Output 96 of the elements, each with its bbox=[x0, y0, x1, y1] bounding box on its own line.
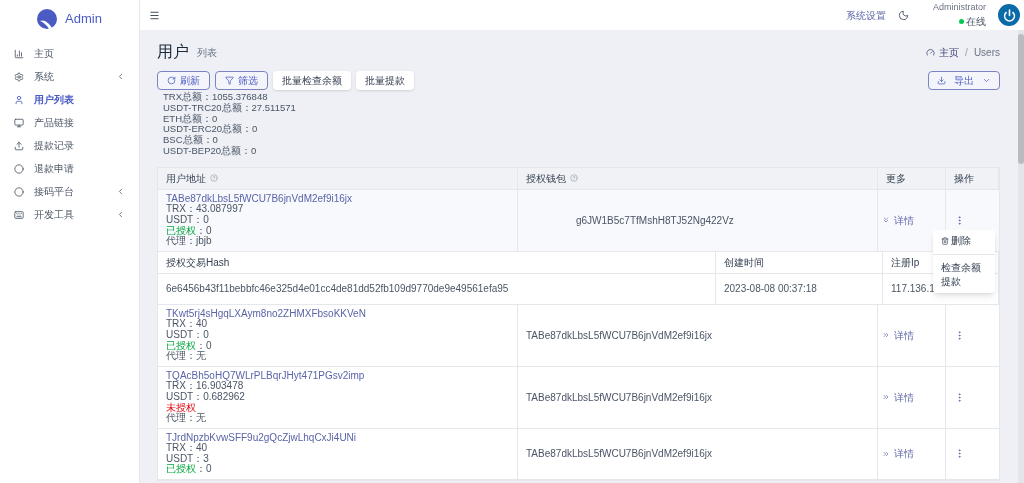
auth-status: 已授权：0 bbox=[166, 464, 213, 476]
export-button[interactable]: 导出 bbox=[928, 71, 1000, 90]
agent-name: 代理：无 bbox=[166, 351, 207, 362]
detail-cell-text: 6e6456b43f11bebbfc46e325d4e01cc4de81dd52fb109d9770de9e49561efa95 bbox=[166, 282, 509, 297]
column-header: 操作 bbox=[954, 171, 974, 186]
upload-icon bbox=[14, 140, 24, 151]
breadcrumb-current: Users bbox=[973, 46, 1000, 60]
agent-name: 代理：jbjb bbox=[166, 236, 213, 247]
chevron-icon bbox=[116, 72, 125, 81]
details-link[interactable]: 详情 bbox=[882, 389, 914, 405]
wallet-address: g6JW1B5c7TfMshH8TJ52Ng422Vz bbox=[576, 213, 734, 228]
user-address[interactable]: TQAcBh5oHQ7WLrPLBqrJHyt471PGsv2imp bbox=[166, 370, 509, 382]
avatar[interactable] bbox=[998, 4, 1020, 26]
breadcrumb-link[interactable]: 主页 bbox=[939, 45, 960, 60]
wallet-address: TABe87dkLbsL5fWCU7B6jnVdM2ef9i16jx bbox=[526, 390, 713, 405]
detail-column-header: 创建时间 bbox=[724, 255, 764, 270]
usdt-balance: USDT：3 bbox=[166, 453, 210, 464]
trx-balance: TRX：40 bbox=[166, 443, 208, 454]
sidebar-item[interactable]: 接码平台 bbox=[0, 180, 139, 203]
keyboard-icon bbox=[14, 209, 24, 220]
refresh-icon bbox=[167, 76, 176, 85]
details-link[interactable]: 详情 bbox=[882, 212, 914, 228]
gear-icon bbox=[14, 71, 24, 82]
batch-button[interactable]: 批量提款 bbox=[356, 71, 414, 90]
batch-button[interactable]: 批量检查余额 bbox=[273, 71, 351, 90]
wallet-address: TABe87dkLbsL5fWCU7B6jnVdM2ef9i16jx bbox=[526, 328, 713, 343]
detail-column-header: 授权交易Hash bbox=[166, 255, 230, 270]
total-amount: TRX总额：1055.376848 bbox=[163, 92, 269, 102]
caret-icon bbox=[982, 76, 991, 85]
sidebar-item[interactable]: 产品链接 bbox=[0, 111, 139, 134]
page-subtitle: 列表 bbox=[197, 46, 217, 60]
chevrons-right-icon bbox=[882, 393, 890, 402]
filter-button[interactable]: 筛选 bbox=[215, 71, 268, 90]
breadcrumb-separator: / bbox=[964, 46, 969, 60]
page-title: 用户 bbox=[157, 44, 189, 60]
help-icon bbox=[210, 174, 218, 183]
total-amount: BSC总额：0 bbox=[163, 135, 219, 146]
detail-cell-text: 2023-08-08 00:37:18 bbox=[724, 282, 817, 297]
detail-column-header: 注册Ip bbox=[891, 255, 920, 270]
usdt-balance: USDT：0.682962 bbox=[166, 391, 246, 403]
sidebar-item[interactable]: 退款申请 bbox=[0, 157, 139, 180]
circle-icon bbox=[14, 186, 24, 197]
auth-status: 已授权：0 bbox=[166, 225, 213, 237]
user-address[interactable]: TJrdNpzbKvwSFF9u2gQcZjwLhqCxJi4UNi bbox=[166, 432, 509, 444]
chevrons-down-icon bbox=[882, 216, 890, 225]
help-icon bbox=[570, 174, 578, 183]
agent-name: 代理：无 bbox=[166, 413, 207, 424]
trash-icon bbox=[941, 236, 949, 245]
details-link[interactable]: 详情 bbox=[882, 327, 914, 343]
dashboard-icon bbox=[926, 48, 936, 57]
bar-chart-icon bbox=[14, 48, 24, 59]
settings-link[interactable]: 系统设置 bbox=[846, 7, 886, 23]
auth-status: 已授权：0 bbox=[166, 340, 213, 352]
total-amount: USDT-BEP20总额：0 bbox=[163, 146, 258, 157]
circle-icon bbox=[14, 163, 24, 174]
total-amount: ETH总额：0 bbox=[163, 113, 219, 125]
user-address[interactable]: TKwt5rj4sHgqLXAym8no2ZHMXFbsoKKVeN bbox=[166, 308, 509, 320]
chevrons-right-icon bbox=[882, 331, 890, 340]
user-name: Administrator bbox=[933, 0, 986, 14]
menu-item[interactable]: 删除 bbox=[933, 233, 995, 248]
download-icon bbox=[937, 76, 946, 85]
menu-item[interactable]: 提款 bbox=[933, 274, 995, 289]
chevron-icon bbox=[116, 210, 125, 219]
usdt-balance: USDT：0 bbox=[166, 214, 210, 226]
chevrons-right-icon bbox=[882, 449, 890, 458]
scrollbar[interactable] bbox=[1018, 30, 1024, 483]
total-amount: USDT-ERC20总额：0 bbox=[163, 124, 259, 135]
moon-icon[interactable] bbox=[898, 9, 909, 21]
menu-icon[interactable] bbox=[149, 9, 160, 21]
wallet-address: TABe87dkLbsL5fWCU7B6jnVdM2ef9i16jx bbox=[526, 447, 713, 462]
trx-balance: TRX：40 bbox=[166, 319, 208, 330]
online-status: 在线 bbox=[959, 14, 986, 30]
refresh-button[interactable]: 刷新 bbox=[157, 71, 210, 90]
user-address[interactable]: TABe87dkLbsL5fWCU7B6jnVdM2ef9i16jx bbox=[166, 193, 509, 205]
trx-balance: TRX：43.087997 bbox=[166, 204, 244, 215]
logo-icon bbox=[37, 9, 58, 29]
column-header: 用户地址 bbox=[166, 171, 206, 186]
monitor-icon bbox=[14, 117, 24, 128]
sidebar-item[interactable]: 提款记录 bbox=[0, 134, 139, 157]
usdt-balance: USDT：0 bbox=[166, 329, 210, 341]
sidebar-item[interactable]: 系统 bbox=[0, 65, 139, 88]
brand-name: Admin bbox=[65, 10, 102, 29]
sidebar-item[interactable]: 主页 bbox=[0, 42, 139, 65]
total-amount: USDT-TRC20总额：27.511571 bbox=[163, 102, 297, 113]
details-link[interactable]: 详情 bbox=[882, 446, 914, 462]
chevron-icon bbox=[116, 187, 125, 196]
filter-icon bbox=[225, 76, 234, 85]
menu-item[interactable]: 检查余额 bbox=[933, 260, 995, 275]
column-header: 更多 bbox=[886, 171, 906, 186]
trx-balance: TRX：16.903478 bbox=[166, 381, 244, 392]
column-header: 授权钱包 bbox=[526, 171, 566, 186]
sidebar-item[interactable]: 开发工具 bbox=[0, 203, 139, 226]
detail-cell-text: 117.136.1 bbox=[891, 282, 935, 297]
sidebar-item[interactable]: 用户列表 bbox=[0, 88, 139, 111]
user-icon bbox=[14, 94, 24, 105]
auth-status: 未授权 bbox=[166, 402, 197, 413]
